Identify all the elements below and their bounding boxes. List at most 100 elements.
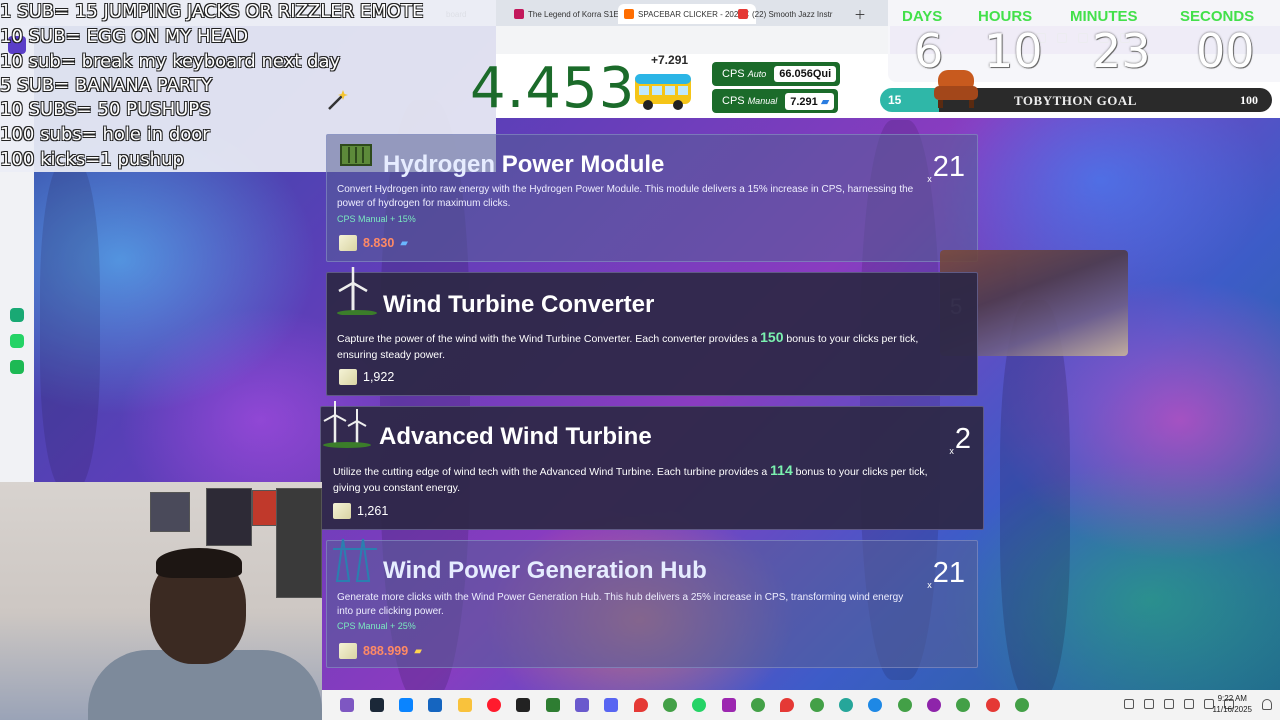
cps-manual-value-box: 7.291 ▰ [785, 92, 835, 110]
bus-mini-icon: ▰ [400, 237, 408, 249]
battery-icon [340, 144, 372, 166]
webcam-feed [0, 482, 322, 720]
cps-auto-value: 66.056Qui [774, 66, 837, 82]
opera-icon[interactable] [487, 698, 501, 712]
armchair-icon [934, 70, 978, 108]
tab-label: SPACEBAR CLICKER - 202 [638, 9, 739, 19]
play-icon [514, 9, 524, 19]
owned-value: 21 [932, 151, 965, 183]
maps-pin-icon[interactable] [634, 698, 648, 712]
chevron-up-icon[interactable] [1124, 699, 1134, 709]
taskbar-clock[interactable]: 9:22 AM 11/16/2025 [1213, 693, 1252, 715]
upgrade-title-part-a: Hydrogen [383, 151, 502, 178]
maps-pin-icon[interactable] [780, 698, 794, 712]
chrome-icon[interactable] [1015, 698, 1029, 712]
upgrade-card-wind-power-generation-hub[interactable]: Wind Power Generation Hub Generate more … [326, 538, 978, 668]
poster [252, 490, 278, 526]
owned-prefix: x [949, 446, 954, 456]
store-icon[interactable] [428, 698, 442, 712]
upgrade-description: Generate more clicks with the Wind Power… [337, 592, 904, 617]
clock-time: 9:22 AM [1217, 694, 1247, 703]
upgrade-title: Advanced Wind Turbine [379, 423, 652, 450]
upgrade-owned-count: x2 [949, 423, 971, 456]
chrome-icon[interactable] [839, 698, 853, 712]
cps-manual-word: Manual [747, 96, 778, 106]
upgrade-title: Wind Turbine Converter [383, 291, 655, 318]
upgrade-description: Capture the power of the wind with the W… [337, 329, 957, 363]
chrome-icon[interactable] [868, 698, 882, 712]
cloud-icon[interactable] [1144, 699, 1154, 709]
upgrade-card-hydrogen-power-module[interactable]: Hydrogen Power Module Convert Hydrogen i… [326, 134, 978, 262]
upgrade-cost-value: 8.830 [363, 236, 395, 250]
poster [150, 492, 190, 532]
new-tab-button[interactable]: ＋ [848, 4, 872, 24]
wind-farm-icon [323, 401, 371, 448]
seconds-label: SECONDS [1180, 8, 1255, 25]
windows-taskbar: 9:22 AM 11/16/2025 [322, 690, 1280, 720]
cps-manual-panel: CPS Manual 7.291 ▰ [712, 89, 839, 113]
seconds-value: 00 [1196, 24, 1255, 78]
notification-bell-icon[interactable] [1262, 699, 1272, 710]
chrome-icon[interactable] [810, 698, 824, 712]
upgrade-description: Convert Hydrogen into raw energy with th… [337, 184, 914, 209]
chrome-icon[interactable] [927, 698, 941, 712]
hours-value: 10 [984, 24, 1043, 78]
upgrade-title: Hydrogen Power Module [383, 151, 664, 179]
edge-icon[interactable] [399, 698, 413, 712]
cps-auto-word: Auto [747, 69, 767, 79]
upgrade-card-advanced-wind-turbine[interactable]: Advanced Wind Turbine Utilize the cuttin… [320, 401, 984, 530]
poster [276, 488, 322, 598]
chatgpt-icon[interactable] [10, 308, 24, 322]
microphone-icon[interactable] [1184, 699, 1194, 709]
bus-mini-icon: ▰ [820, 95, 830, 108]
sub-goal-line: 10 sub= break my keyboard next day [0, 51, 341, 72]
desc-part-a: Capture the power of the wind with the W… [337, 333, 761, 345]
chrome-icon[interactable] [986, 698, 1000, 712]
chrome-icon[interactable] [663, 698, 677, 712]
upgrade-cost: 8.830 ▰ [339, 235, 408, 251]
upgrade-effect: CPS Manual + 15% [337, 214, 416, 224]
epic-games-icon[interactable] [516, 698, 530, 712]
file-explorer-icon[interactable] [458, 698, 472, 712]
sub-goal-line: 10 SUBS= 50 PUSHUPS [0, 99, 211, 120]
whatsapp-icon[interactable] [10, 334, 24, 348]
upgrade-card-wind-turbine-converter[interactable]: Wind Turbine Converter Capture the power… [326, 267, 978, 396]
chrome-icon[interactable] [956, 698, 970, 712]
app-icon[interactable] [722, 698, 736, 712]
power-tower-icon [333, 538, 377, 582]
upgrade-effect: CPS Manual + 25% [337, 621, 416, 631]
copilot-icon[interactable] [340, 698, 354, 712]
upgrade-title-part-b: Power Module [501, 151, 665, 178]
wind-turbine-icon [337, 267, 377, 315]
chrome-icon[interactable] [898, 698, 912, 712]
display-icon[interactable] [1164, 699, 1174, 709]
magic-wand-icon[interactable] [326, 88, 350, 112]
owned-prefix: x [927, 174, 932, 184]
bus-clicker-icon[interactable] [633, 68, 693, 112]
streamer-hair [156, 548, 242, 578]
coin-icon [339, 235, 357, 251]
click-counter: 4.453 [470, 56, 636, 121]
spotify-icon[interactable] [10, 360, 24, 374]
upgrade-cost-value: 1,922 [363, 370, 395, 384]
address-bar-strip[interactable] [496, 26, 890, 54]
tab-korra[interactable]: The Legend of Korra S1E [508, 4, 625, 24]
cps-manual-label: CPS [722, 95, 745, 107]
coin-icon [333, 503, 351, 519]
minutes-value: 23 [1092, 24, 1151, 78]
app-icon[interactable] [575, 698, 589, 712]
upgrade-cost: 1,261 [333, 503, 388, 519]
tab-label: (22) Smooth Jazz Instr [752, 9, 833, 19]
app-icon[interactable] [546, 698, 560, 712]
upgrade-owned-count: x21 [927, 557, 965, 590]
sub-goal-line: 100 subs= hole in door [0, 124, 210, 145]
sub-goal-line: 1 SUB= 15 JUMPING JACKS OR RIZZLER EMOTE [0, 1, 424, 22]
discord-icon[interactable] [604, 698, 618, 712]
sub-goal-line: 100 kicks=1 pushup [0, 149, 184, 170]
whatsapp-icon[interactable] [692, 698, 706, 712]
goal-current: 15 [888, 93, 902, 107]
steam-icon[interactable] [370, 698, 384, 712]
tab-smooth-jazz[interactable]: (22) Smooth Jazz Instr [732, 4, 838, 24]
coin-icon [339, 369, 357, 385]
chrome-icon[interactable] [751, 698, 765, 712]
